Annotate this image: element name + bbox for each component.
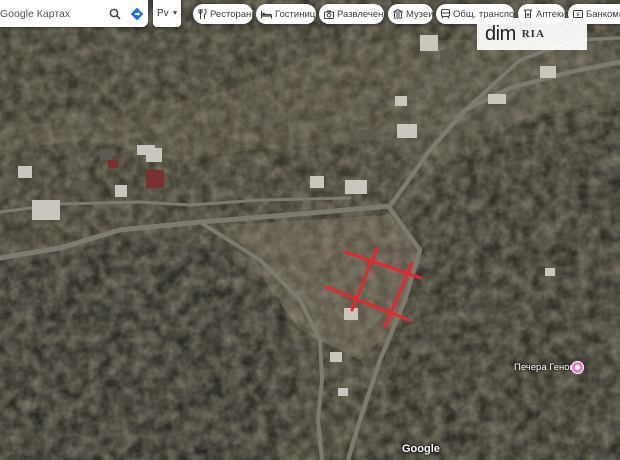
hotel-icon — [261, 10, 272, 18]
poi-pin-icon[interactable] — [571, 361, 584, 374]
chip-label: Рестораны — [210, 8, 253, 20]
directions-icon[interactable] — [126, 0, 148, 27]
chip-label: Банкоматы — [586, 8, 620, 20]
chevron-down-icon: ▼ — [171, 10, 179, 17]
museum-icon — [393, 9, 403, 19]
chip-label: Гостиницы — [275, 8, 316, 20]
watermark-brand: dim — [485, 22, 516, 45]
watermark-logo: dim RIA — [477, 18, 587, 50]
camera-icon — [324, 10, 334, 19]
chip-label: Развлечения — [337, 8, 384, 20]
search-icon[interactable] — [104, 0, 126, 27]
search-input[interactable]: Google Картах — [0, 8, 104, 20]
chip-hotels[interactable]: Гостиницы — [256, 4, 316, 24]
search-box[interactable]: Google Картах — [0, 0, 148, 27]
google-attribution: Google — [402, 443, 440, 455]
layer-select[interactable]: Рv ▼ — [153, 0, 181, 27]
chip-label: Музеи — [406, 8, 433, 20]
chip-restaurants[interactable]: Рестораны — [193, 4, 253, 24]
satellite-imagery[interactable] — [0, 0, 620, 460]
atm-icon: $ — [573, 10, 583, 18]
restaurant-icon — [198, 9, 207, 19]
chip-museums[interactable]: Музеи — [388, 4, 433, 24]
chip-entertainment[interactable]: Развлечения — [319, 4, 384, 24]
layer-select-label: Рv — [157, 8, 169, 19]
map-view[interactable]: Google Картах Рv ▼ Рестораны Гостиницы Р… — [0, 0, 620, 460]
watermark-brand-suffix: RIA — [521, 28, 545, 40]
transit-icon — [441, 9, 450, 19]
